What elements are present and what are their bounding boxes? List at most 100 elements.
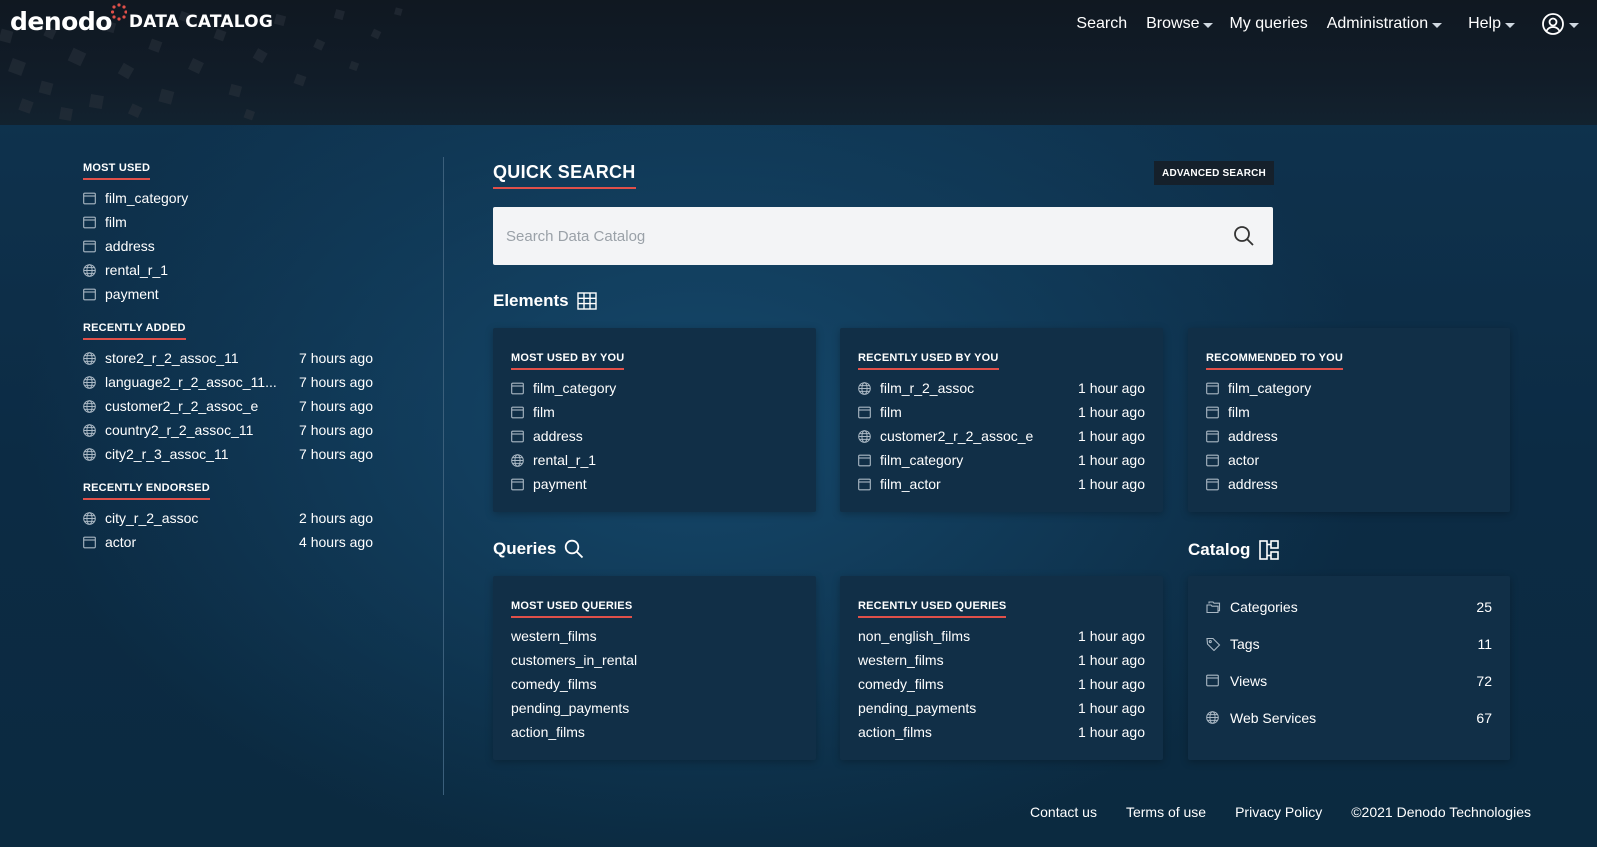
logo-dots-icon — [110, 3, 127, 21]
nav-help[interactable]: Help — [1468, 15, 1515, 33]
list-item[interactable]: city2_r_3_assoc_11 7 hours ago — [83, 442, 373, 466]
sidebar-recently-added: RECENTLY ADDED store2_r_2_assoc_11 7 hour… — [83, 318, 373, 466]
item-time: 7 hours ago — [299, 446, 373, 462]
query-name: action_films — [858, 724, 932, 740]
view-icon — [83, 192, 96, 205]
queries-heading: Queries — [493, 539, 584, 559]
nav-search[interactable]: Search — [1076, 15, 1127, 33]
list-item[interactable]: rental_r_1 — [511, 448, 798, 472]
list-item[interactable]: pending_payments 1 hour ago — [858, 696, 1145, 720]
list-item[interactable]: film_category — [83, 186, 373, 210]
list-item[interactable]: customers_in_rental — [511, 648, 798, 672]
catalog-count: 11 — [1477, 635, 1492, 652]
view-icon — [83, 536, 96, 549]
web-service-icon — [83, 352, 96, 365]
product-name: DATA CATALOG — [128, 12, 273, 32]
item-name: film_actor — [880, 476, 941, 492]
query-name: comedy_films — [858, 676, 944, 692]
web-service-icon — [511, 454, 524, 467]
list-item[interactable]: payment — [511, 472, 798, 496]
list-item[interactable]: language2_r_2_assoc_11... 7 hours ago — [83, 370, 373, 394]
most-used-queries-card: MOST USED QUERIES western_films customer… — [493, 576, 816, 760]
list-item[interactable]: film_category — [511, 376, 798, 400]
item-name: film_category — [105, 190, 189, 206]
view-icon — [1206, 406, 1219, 419]
catalog-views[interactable]: Views 72 — [1206, 662, 1492, 699]
list-item[interactable]: comedy_films — [511, 672, 798, 696]
tag-icon — [1206, 637, 1221, 651]
list-item[interactable]: store2_r_2_assoc_11 7 hours ago — [83, 346, 373, 370]
nav-browse[interactable]: Browse — [1146, 15, 1214, 33]
list-item[interactable]: western_films — [511, 624, 798, 648]
item-name: customer2_r_2_assoc_e — [880, 428, 1034, 444]
list-item[interactable]: film — [83, 210, 373, 234]
catalog-count: 72 — [1476, 672, 1492, 689]
list-item[interactable]: non_english_films 1 hour ago — [858, 624, 1145, 648]
catalog-web-services[interactable]: Web Services 67 — [1206, 699, 1492, 736]
list-item[interactable]: film_r_2_assoc 1 hour ago — [858, 376, 1145, 400]
list-item[interactable]: address — [511, 424, 798, 448]
card-title: RECENTLY USED QUERIES — [858, 600, 1007, 618]
advanced-search-button[interactable]: ADVANCED SEARCH — [1154, 161, 1274, 185]
item-name: address — [105, 238, 155, 254]
footer-terms-link[interactable]: Terms of use — [1126, 804, 1206, 820]
list-item[interactable]: western_films 1 hour ago — [858, 648, 1145, 672]
catalog-label: Tags — [1230, 635, 1260, 652]
catalog-label: Views — [1230, 672, 1268, 689]
item-name: film_category — [880, 452, 964, 468]
item-name: customer2_r_2_assoc_e — [105, 398, 259, 414]
list-item[interactable]: rental_r_1 — [83, 258, 373, 282]
item-time: 7 hours ago — [299, 350, 373, 366]
list-item[interactable]: comedy_films 1 hour ago — [858, 672, 1145, 696]
card-title: MOST USED BY YOU — [511, 352, 625, 370]
list-item[interactable]: film_category 1 hour ago — [858, 448, 1145, 472]
nav-my-queries-label: My queries — [1229, 15, 1308, 32]
nav-my-queries[interactable]: My queries — [1229, 15, 1307, 33]
footer-privacy-link[interactable]: Privacy Policy — [1235, 804, 1322, 820]
web-service-icon — [83, 376, 96, 389]
list-item[interactable]: payment — [83, 282, 373, 306]
item-time: 7 hours ago — [299, 374, 373, 390]
view-icon — [83, 216, 96, 229]
list-item[interactable]: film 1 hour ago — [858, 400, 1145, 424]
list-item[interactable]: film_actor 1 hour ago — [858, 472, 1145, 496]
search-input[interactable] — [493, 207, 1233, 265]
list-item[interactable]: address — [1206, 424, 1492, 448]
nav-search-label: Search — [1076, 15, 1128, 32]
list-item[interactable]: customer2_r_2_assoc_e 7 hours ago — [83, 394, 373, 418]
item-time: 1 hour ago — [1078, 700, 1145, 716]
list-item[interactable]: film — [1206, 400, 1492, 424]
list-item[interactable]: country2_r_2_assoc_11 7 hours ago — [83, 418, 373, 442]
item-name: address — [533, 428, 583, 444]
list-item[interactable]: city_r_2_assoc 2 hours ago — [83, 506, 373, 530]
view-icon — [511, 478, 524, 491]
catalog-heading: Catalog — [1188, 539, 1280, 561]
list-item[interactable]: film_category — [1206, 376, 1492, 400]
item-time: 1 hour ago — [1078, 404, 1145, 420]
list-item[interactable]: pending_payments — [511, 696, 798, 720]
list-item[interactable]: address — [83, 234, 373, 258]
app-logo[interactable]: denodo DATA CATALOG — [10, 3, 273, 37]
view-icon — [1206, 430, 1219, 443]
item-name: address — [1228, 428, 1278, 444]
search-icon[interactable] — [1233, 225, 1255, 247]
item-name: address — [1228, 476, 1278, 492]
nav-administration[interactable]: Administration — [1327, 15, 1443, 33]
list-item[interactable]: actor 4 hours ago — [83, 530, 373, 554]
view-icon — [1206, 454, 1219, 467]
list-item[interactable]: film — [511, 400, 798, 424]
catalog-tags[interactable]: Tags 11 — [1206, 625, 1492, 662]
categories-icon — [1206, 600, 1221, 614]
list-item[interactable]: address — [1206, 472, 1492, 496]
list-item[interactable]: customer2_r_2_assoc_e 1 hour ago — [858, 424, 1145, 448]
footer-contact-link[interactable]: Contact us — [1030, 804, 1097, 820]
sidebar-divider — [443, 157, 444, 795]
item-name: actor — [1228, 452, 1260, 468]
list-item[interactable]: actor — [1206, 448, 1492, 472]
list-item[interactable]: action_films 1 hour ago — [858, 720, 1145, 744]
user-menu[interactable] — [1541, 12, 1579, 36]
web-service-icon — [1206, 711, 1219, 724]
catalog-categories[interactable]: Categories 25 — [1206, 588, 1492, 625]
recently-used-by-you-card: RECENTLY USED BY YOU film_r_2_assoc 1 hou… — [840, 328, 1163, 512]
list-item[interactable]: action_films — [511, 720, 798, 744]
